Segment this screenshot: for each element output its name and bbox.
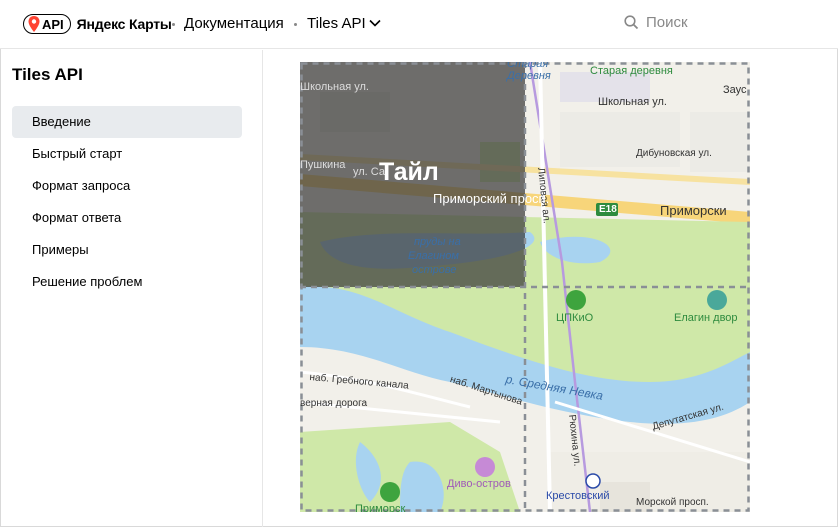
sidebar-title: Tiles API: [12, 65, 83, 84]
separator-dot: [294, 23, 297, 26]
map-illustration: Старая Деревня Старая деревня Заус Школь…: [300, 62, 750, 512]
tile-label: Тайл: [379, 158, 439, 186]
map-label: E18: [599, 204, 617, 215]
map-pin-icon: [28, 16, 40, 32]
map-label: Приморский просп.: [433, 191, 550, 206]
breadcrumb-tiles-api[interactable]: Tiles API: [307, 15, 366, 32]
map-label: Школьная ул.: [300, 81, 369, 93]
map-label: Елагином: [408, 250, 459, 262]
map-label: Старая деревня: [590, 65, 673, 77]
map-label: Елагин двор: [674, 312, 738, 324]
map-label: пруды на: [414, 236, 461, 248]
map-label: Деревня: [507, 70, 551, 82]
chevron-down-icon[interactable]: [369, 19, 381, 27]
search-placeholder: Поиск: [646, 14, 688, 31]
map-label: острове: [412, 264, 457, 276]
map-label: Заус: [723, 84, 747, 96]
map-label: Пушкина: [300, 159, 346, 171]
map-label: Морской просп.: [636, 497, 709, 508]
map-label: ЦПКиО: [556, 312, 594, 324]
map-label: Приморск: [355, 503, 406, 512]
sidebar: Tiles API Введение Быстрый старт Формат …: [0, 50, 263, 527]
search-icon: [624, 15, 639, 30]
sidebar-item-troubleshooting[interactable]: Решение проблем: [12, 266, 242, 298]
map-label: Старая: [507, 62, 549, 70]
separator-dot: [172, 23, 175, 26]
search-box[interactable]: Поиск: [624, 14, 688, 31]
map-label: Диво-остров: [447, 478, 511, 490]
map-canvas: [300, 62, 750, 512]
sidebar-item-quick-start[interactable]: Быстрый старт: [12, 138, 242, 170]
api-badge: API: [23, 14, 71, 34]
sidebar-item-introduction[interactable]: Введение: [12, 106, 242, 138]
breadcrumb-documentation[interactable]: Документация: [184, 15, 284, 32]
logo[interactable]: API Яндекс Карты: [23, 13, 172, 35]
brand-name: Яндекс Карты: [76, 16, 172, 32]
sidebar-item-examples[interactable]: Примеры: [12, 234, 242, 266]
map-label: Дибуновская ул.: [636, 148, 712, 159]
map-label: Приморски: [660, 203, 727, 218]
header: API Яндекс Карты Документация Tiles API …: [0, 0, 838, 49]
map-label: верная дорога: [300, 398, 368, 409]
sidebar-item-request-format[interactable]: Формат запроса: [12, 170, 242, 202]
api-badge-label: API: [42, 16, 64, 32]
map-label: Школьная ул.: [598, 96, 667, 108]
sidebar-menu: Введение Быстрый старт Формат запроса Фо…: [12, 106, 242, 298]
sidebar-item-response-format[interactable]: Формат ответа: [12, 202, 242, 234]
map-label: Крестовский: [546, 490, 610, 502]
